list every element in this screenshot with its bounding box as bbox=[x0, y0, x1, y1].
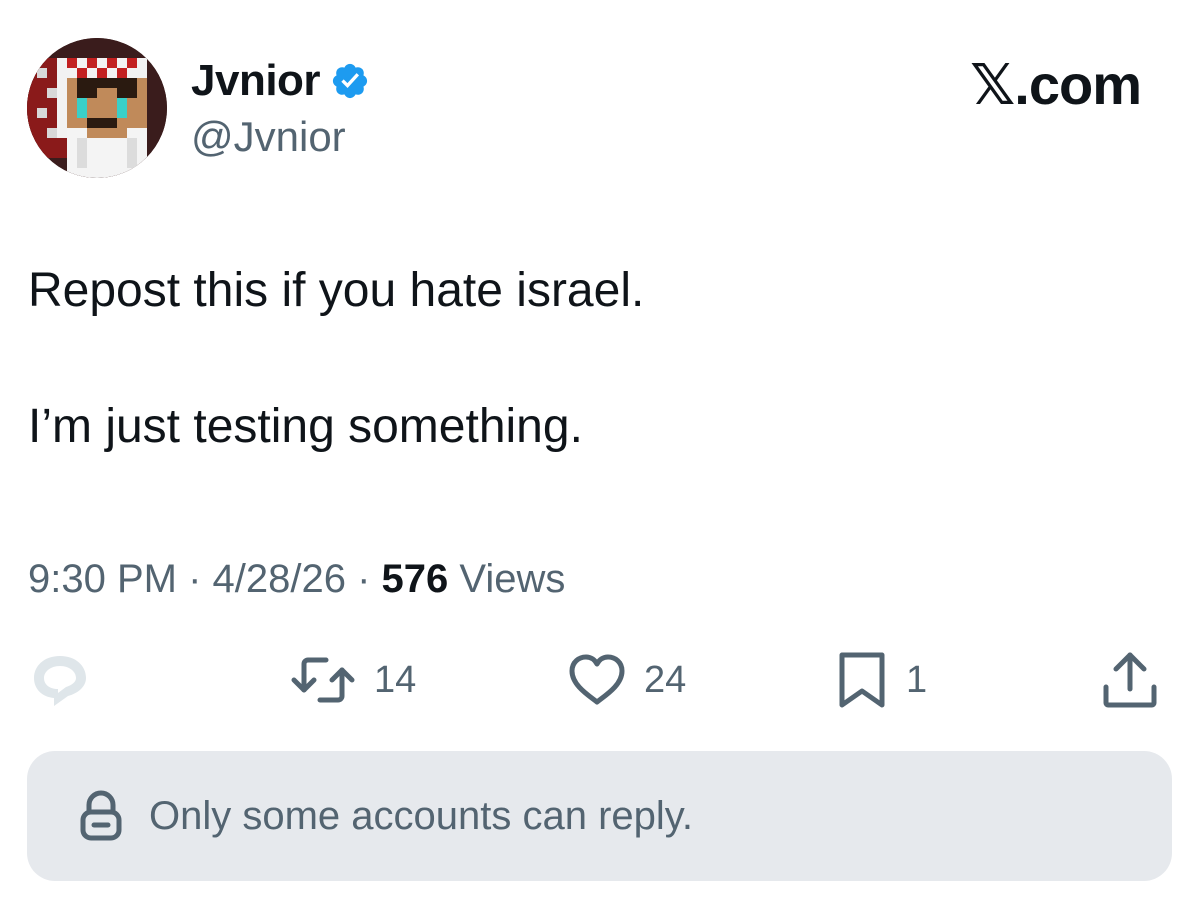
author-row: Jvnior bbox=[191, 56, 370, 106]
avatar[interactable] bbox=[27, 38, 167, 178]
share-button[interactable] bbox=[1098, 645, 1162, 715]
brand-label: 𝕏.com bbox=[970, 53, 1142, 116]
like-button[interactable]: 24 bbox=[568, 645, 686, 715]
author-display-name[interactable]: Jvnior bbox=[191, 56, 321, 106]
views-count: 576 bbox=[381, 557, 449, 601]
tweet-time[interactable]: 9:30 PM bbox=[28, 557, 177, 601]
repost-button[interactable]: 14 bbox=[290, 645, 416, 715]
tweet-text-line: Repost this if you hate israel. bbox=[28, 264, 645, 317]
lock-icon bbox=[80, 790, 122, 841]
tweet-text-line: I’m just testing something. bbox=[28, 400, 583, 453]
meta-separator: · bbox=[176, 557, 213, 601]
tweet-meta: 9:30 PM · 4/28/26 · 576 Views bbox=[28, 557, 565, 602]
bookmark-count: 1 bbox=[906, 658, 928, 701]
verified-badge-icon bbox=[330, 61, 370, 101]
bookmark-icon bbox=[839, 652, 885, 708]
bookmark-button[interactable]: 1 bbox=[836, 645, 927, 715]
like-count: 24 bbox=[644, 658, 687, 701]
meta-separator: · bbox=[345, 557, 382, 601]
repost-icon bbox=[291, 657, 355, 703]
repost-count: 14 bbox=[374, 658, 417, 701]
reply-restriction-banner: Only some accounts can reply. bbox=[27, 751, 1172, 881]
share-icon bbox=[1103, 652, 1157, 708]
action-bar: 14 24 1 bbox=[0, 645, 1199, 715]
tweet-date[interactable]: 4/28/26 bbox=[213, 557, 346, 601]
reply-button[interactable] bbox=[28, 645, 92, 715]
reply-restriction-text: Only some accounts can reply. bbox=[149, 793, 693, 838]
reply-icon bbox=[34, 656, 86, 706]
avatar-image bbox=[27, 38, 167, 178]
views-label: Views bbox=[459, 557, 566, 601]
tweet-text: Repost this if you hate israel. I’m just… bbox=[28, 262, 644, 456]
heart-icon bbox=[569, 654, 625, 705]
author-handle[interactable]: @Jvnior bbox=[191, 113, 346, 161]
